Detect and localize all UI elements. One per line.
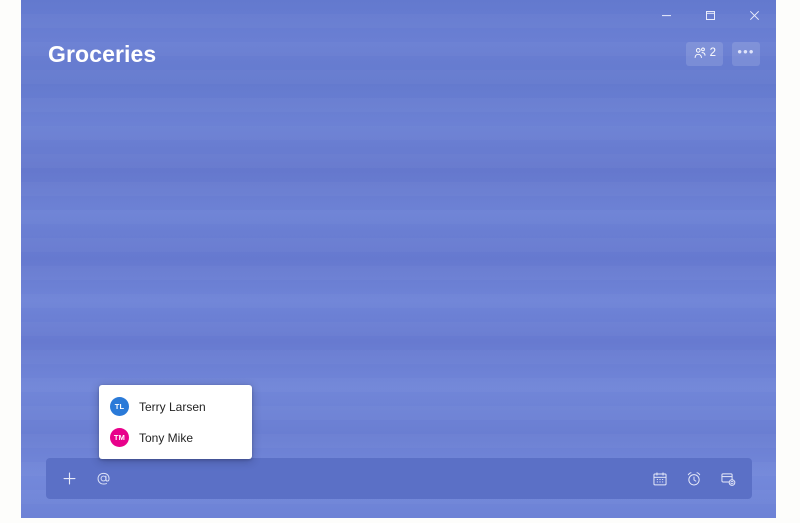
close-button[interactable] — [732, 0, 776, 30]
more-horizontal-icon: ••• — [737, 43, 755, 59]
mention-button[interactable] — [88, 464, 118, 494]
window-titlebar — [21, 0, 776, 30]
share-list-button[interactable]: 2 — [685, 42, 723, 66]
composer-right-actions — [645, 464, 743, 494]
composer-left-actions — [54, 464, 118, 494]
list-item[interactable]: TM Tony Mike — [99, 422, 252, 453]
plus-icon — [62, 471, 77, 486]
due-date-button[interactable] — [645, 464, 675, 494]
mention-suggestion-popup: TL Terry Larsen TM Tony Mike — [99, 385, 252, 459]
task-input[interactable] — [118, 463, 645, 494]
repeat-button[interactable] — [713, 464, 743, 494]
avatar: TM — [110, 428, 129, 447]
todo-app-window: Groceries 2 ••• TL Terry Larsen TM Tony … — [21, 0, 776, 518]
person-name: Tony Mike — [139, 430, 194, 445]
list-header: Groceries 2 ••• — [21, 28, 776, 80]
page-title: Groceries — [48, 40, 157, 67]
maximize-button[interactable] — [688, 0, 732, 30]
share-member-count: 2 — [709, 47, 716, 60]
screen-canvas: Groceries 2 ••• TL Terry Larsen TM Tony … — [0, 0, 800, 523]
reminder-button[interactable] — [679, 464, 709, 494]
minimize-icon — [661, 10, 672, 21]
add-task-button[interactable] — [54, 464, 84, 494]
minimize-button[interactable] — [644, 0, 688, 30]
repeat-icon — [720, 471, 736, 487]
alarm-clock-icon — [686, 471, 702, 487]
header-actions: 2 ••• — [685, 42, 760, 66]
people-icon — [693, 46, 707, 63]
task-composer-bar — [46, 458, 752, 499]
person-name: Terry Larsen — [139, 399, 206, 414]
list-options-button[interactable]: ••• — [732, 42, 760, 66]
avatar: TL — [110, 397, 129, 416]
list-item[interactable]: TL Terry Larsen — [99, 391, 252, 422]
restore-icon — [705, 10, 716, 21]
at-icon — [96, 471, 111, 486]
calendar-icon — [652, 471, 668, 487]
close-icon — [749, 10, 760, 21]
